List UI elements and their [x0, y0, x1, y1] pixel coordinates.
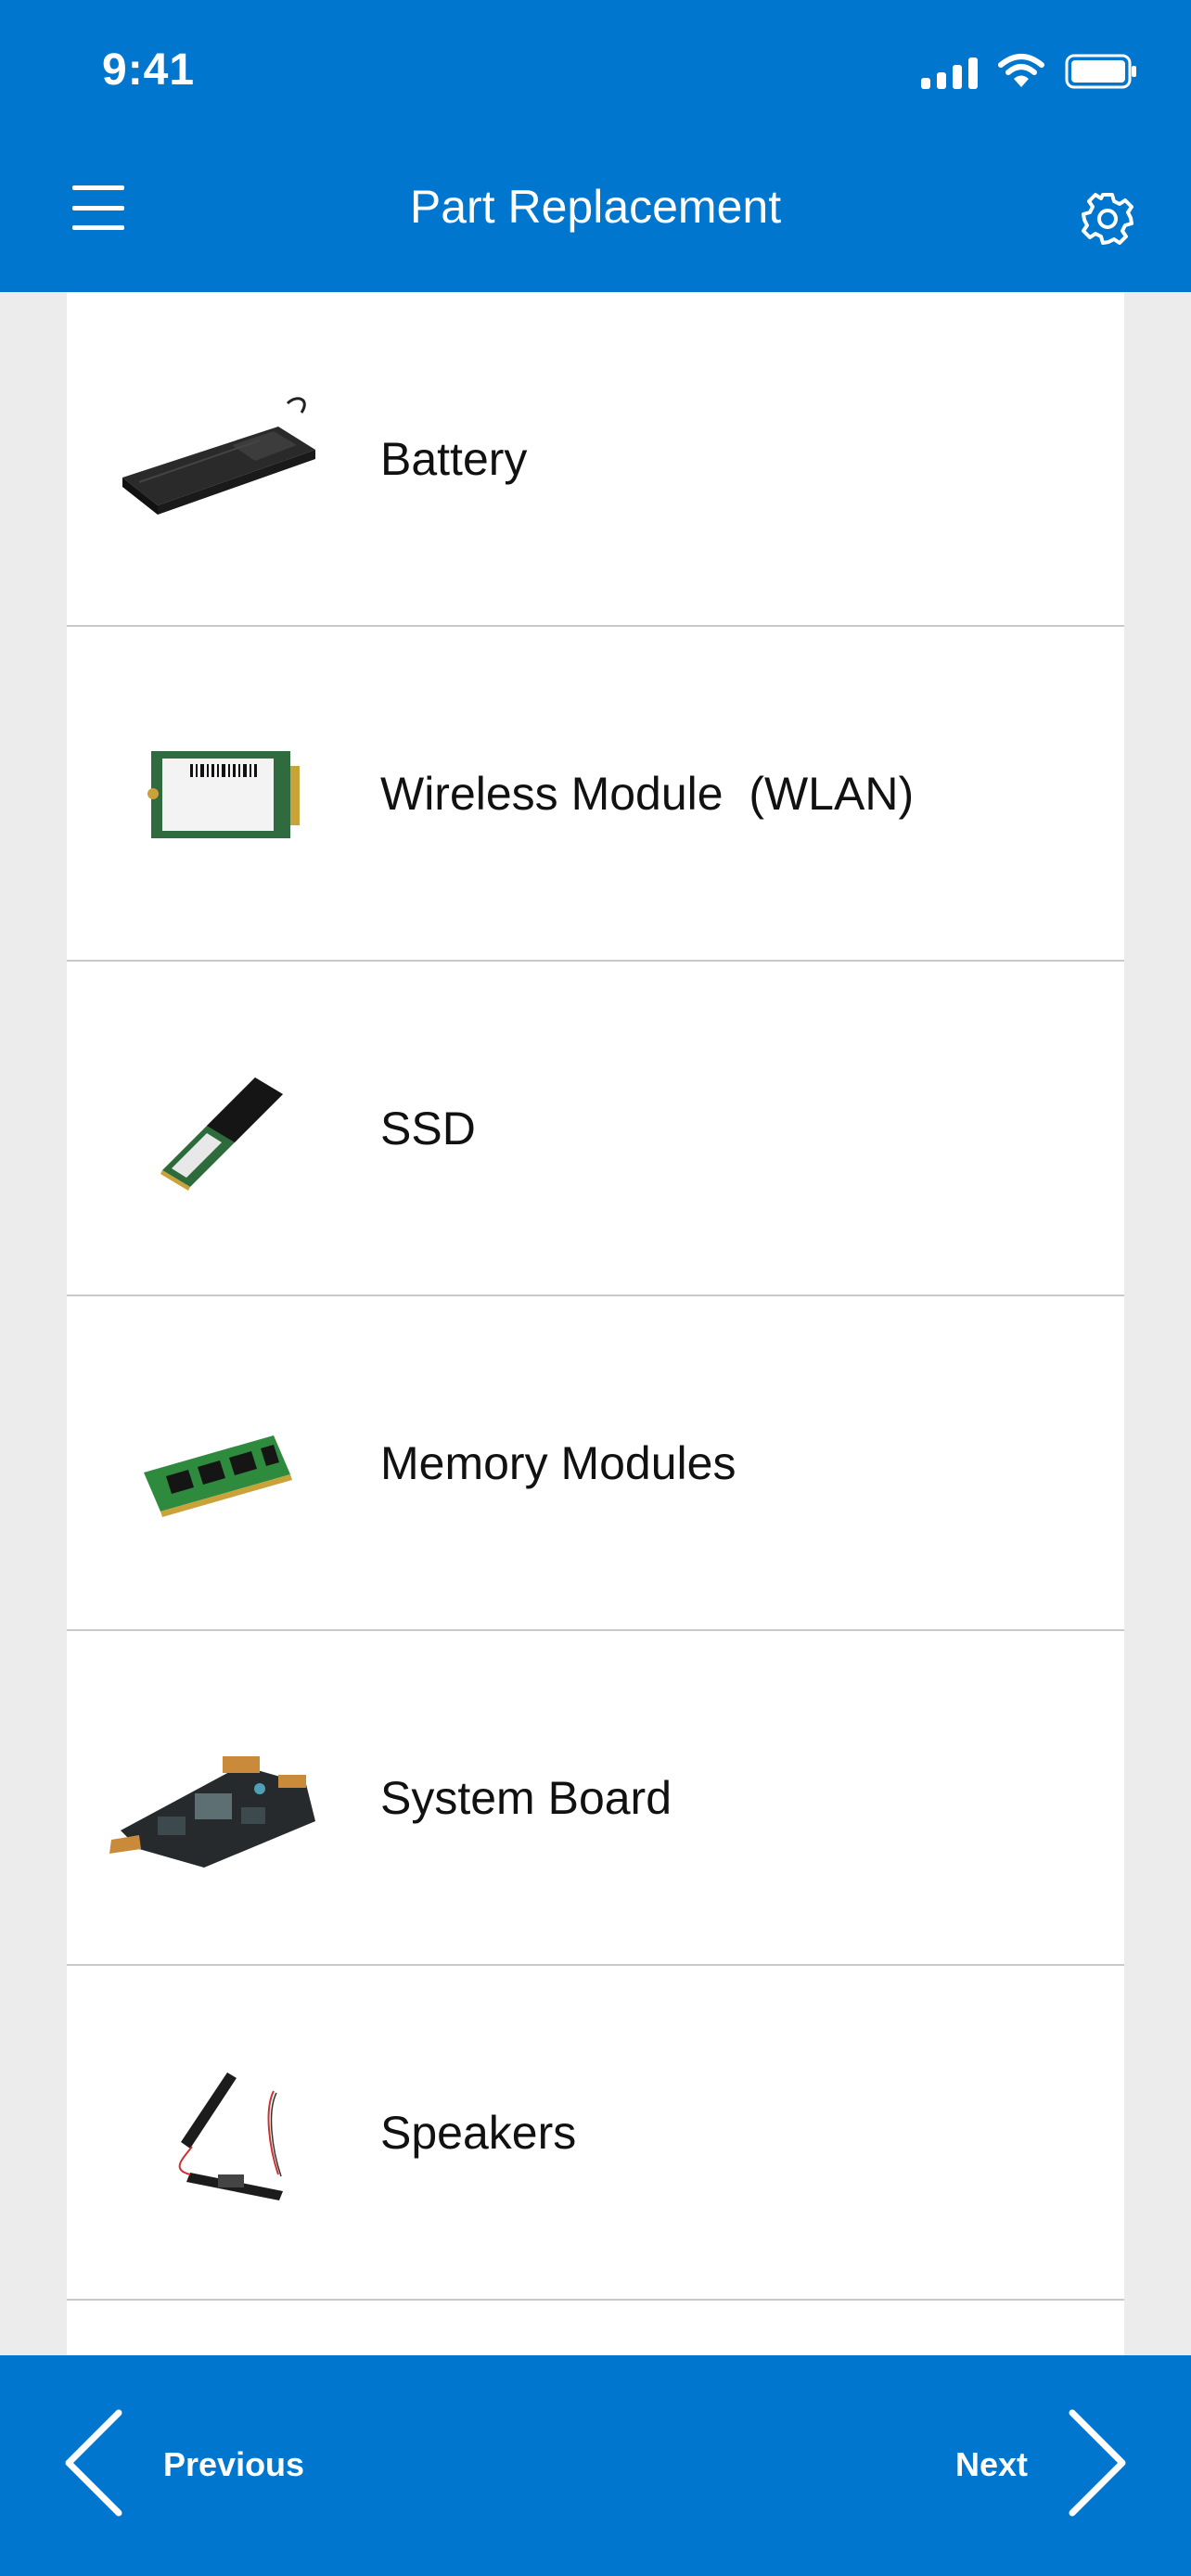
speakers-image [93, 2045, 343, 2221]
list-item-label: SSD [380, 1102, 476, 1154]
list-item-label: Battery [380, 432, 528, 485]
list-item-label: Memory Modules [380, 1436, 736, 1489]
list-item-label: System Board [380, 1771, 672, 1824]
previous-button[interactable]: Previous [61, 2407, 304, 2522]
cellular-signal-icon [921, 56, 978, 89]
chevron-left-icon [61, 2407, 126, 2523]
next-label: Next [954, 2445, 1028, 2483]
memory-module-image [93, 1375, 343, 1551]
wlan-card-image [93, 706, 343, 882]
list-item-wlan[interactable]: Wireless Module (WLAN) [67, 627, 1124, 962]
list-item-system-board[interactable]: System Board [67, 1631, 1124, 1966]
list-item-label: Wireless Module (WLAN) [380, 767, 915, 820]
next-button[interactable]: Next [955, 2407, 1130, 2522]
list-item-ssd[interactable]: SSD [67, 962, 1124, 1296]
settings-gear-icon[interactable] [1078, 189, 1137, 249]
previous-label: Previous [163, 2445, 305, 2483]
status-icons [921, 54, 1137, 89]
status-time: 9:41 [102, 45, 196, 95]
battery-status-icon [1065, 54, 1137, 89]
wifi-icon [998, 54, 1044, 89]
list-item-memory-modules[interactable]: Memory Modules [67, 1296, 1124, 1631]
list-item-label: Speakers [380, 2106, 577, 2159]
system-board-image [93, 1710, 343, 1886]
page-title: Part Replacement [409, 181, 782, 233]
bottom-navigation: Previous Next [0, 2355, 1191, 2576]
parts-list: Battery Wireless Module (WLAN) SSD Memor… [67, 292, 1124, 2355]
ssd-image [93, 1040, 343, 1217]
list-item-speakers[interactable]: Speakers [67, 1966, 1124, 2301]
list-item-battery[interactable]: Battery [67, 292, 1124, 627]
chevron-right-icon [1065, 2407, 1130, 2523]
battery-part-image [93, 371, 343, 547]
app-header: 9:41 Part Replacement [0, 0, 1191, 292]
